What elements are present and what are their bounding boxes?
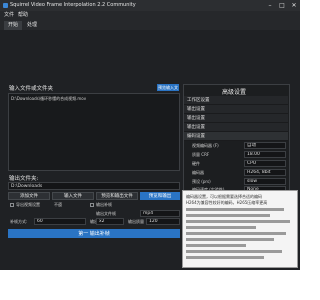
output-label: 输出文件夹: [9,176,39,182]
input-file-button[interactable]: 输入文件 [52,192,94,200]
export-settings-label: 导出视频设置 [16,202,40,207]
rate-input[interactable]: 60 [34,218,86,225]
app-window: Squirrel Video Frame Interpolation 2.2 C… [0,0,300,270]
tab-bar: 开始 处理 [0,20,300,30]
tooltip-text-line [186,214,270,217]
rate-label: 输出文件帧 [96,211,116,216]
tooltip-text-line [186,232,286,235]
input-label: 输入文件或文件夹 [9,86,54,92]
setting-label-2: 质量 CRF [192,152,210,157]
mode-select[interactable]: x2 [96,218,124,225]
setting-label-5: 预设 (prs) [192,179,211,184]
tab-start[interactable]: 开始 [4,21,22,30]
title-bar: Squirrel Video Frame Interpolation 2.2 C… [0,0,300,11]
output-interp-checkbox[interactable] [90,203,94,207]
tooltip-text-line [186,238,274,241]
quality-input[interactable]: 120 [146,218,180,225]
section-encoding[interactable]: 编码设置 [184,132,288,141]
setting-value-3[interactable]: CPU [244,160,286,167]
section-output-2[interactable]: 输出设置 [184,114,288,123]
setting-value-1[interactable]: 自动 [244,142,286,149]
menu-bar: 文件 帮助 [0,11,300,20]
tooltip-text-line [186,256,264,259]
encoder-tooltip: 编码器设置，可以根据需要选择合适的编码 H264为兼容性较好的编码，H265压缩… [182,190,298,268]
section-output-3[interactable]: 输出设置 [184,123,288,132]
format-select[interactable]: mp4 [140,210,180,217]
mode-label: 补帧方式: [10,219,28,224]
menu-help[interactable]: 帮助 [18,11,28,20]
input-file-item[interactable]: D:\Downloads\循环秒懂的合成视频.mov [11,96,86,102]
export-settings-value: 不遵 [54,202,62,207]
advanced-settings-title: 高级设置 [222,89,247,96]
setting-label-4: 编码器 [192,170,204,175]
setting-value-5[interactable]: slow [244,178,286,185]
preview-output-file-button[interactable]: 预览和输出文件 [96,192,138,200]
menu-file[interactable]: 文件 [4,11,14,20]
tooltip-text-line [186,244,246,247]
add-file-button[interactable]: 添加文件 [8,192,50,200]
app-icon [3,3,8,8]
tooltip-text-line [186,208,284,211]
output-path-field[interactable]: D:\Downloads [8,182,180,190]
start-button[interactable]: 第一 输出补帧 [8,229,180,238]
tooltip-text-line [186,220,290,223]
minimize-button[interactable]: – [264,0,276,11]
setting-label-1: 视频编码器 (F) [192,143,219,148]
tooltip-text-line [186,250,282,253]
preview-input-button[interactable]: 预览输入文件 [157,84,179,91]
tooltip-text-line [186,226,256,229]
section-output-1[interactable]: 输出设置 [184,105,288,114]
export-settings-checkbox[interactable] [10,203,14,207]
output-interp-label: 输出补帧 [96,202,112,207]
tooltip-line-2: H264为兼容性较好的编码，H265压缩率更高 [186,200,268,205]
close-button[interactable]: ✕ [288,0,300,11]
tab-process[interactable]: 处理 [23,21,41,30]
window-title: Squirrel Video Frame Interpolation 2.2 C… [10,2,136,8]
setting-label-3: 硬件 [192,161,200,166]
maximize-button[interactable]: □ [276,0,288,11]
section-workspace[interactable]: 工作区设置 [184,96,288,105]
input-file-list[interactable]: D:\Downloads\循环秒懂的合成视频.mov [8,93,180,171]
setting-value-4[interactable]: H264, 8bit [244,169,286,176]
setting-value-2[interactable]: 18.00 [244,151,286,158]
preview-output-button[interactable]: 预览和输出 [140,192,180,200]
quality-label: 输出质量 [128,219,144,224]
